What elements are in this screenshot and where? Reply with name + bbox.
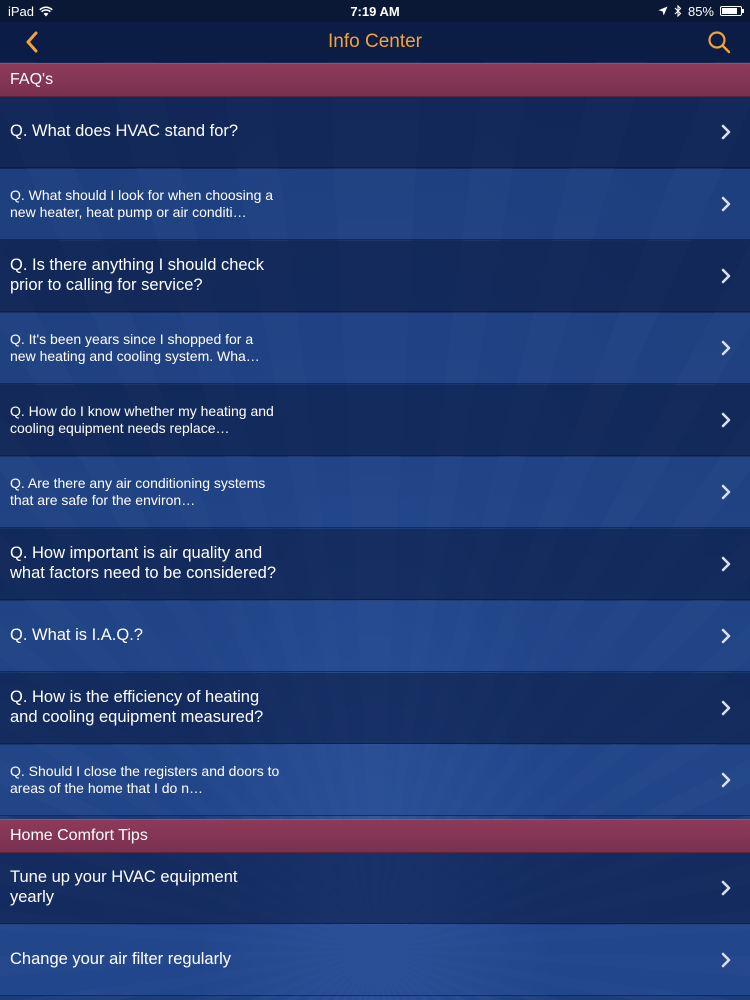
faq-question: Q. How do I know whether my heating and … — [10, 403, 274, 436]
faq-row[interactable]: Q. Are there any air conditioning system… — [0, 457, 750, 528]
battery-icon — [720, 6, 744, 16]
section-title-faq: FAQ's — [10, 71, 54, 88]
chevron-right-icon — [721, 340, 731, 356]
bluetooth-icon — [674, 5, 682, 17]
tip-row[interactable]: Tune up your HVAC equipment yearly — [0, 853, 750, 924]
search-icon — [708, 31, 731, 54]
search-button[interactable] — [704, 27, 734, 57]
wifi-icon — [39, 6, 53, 16]
faq-row[interactable]: Q. Should I close the registers and door… — [0, 745, 750, 816]
status-time: 7:19 AM — [350, 3, 400, 19]
battery-percent: 85% — [687, 3, 714, 19]
page-title: Info Center — [328, 31, 422, 52]
faq-question: Q. How important is air quality and what… — [10, 544, 277, 582]
chevron-right-icon — [721, 268, 731, 284]
faq-row[interactable]: Q. How is the efficiency of heating and … — [0, 673, 750, 744]
faq-question: Q. Are there any air conditioning system… — [10, 475, 266, 508]
chevron-right-icon — [721, 196, 731, 212]
chevron-right-icon — [721, 628, 731, 644]
nav-bar: Info Center — [0, 22, 750, 62]
chevron-left-icon — [26, 31, 38, 53]
section-title-tips: Home Comfort Tips — [10, 827, 148, 844]
chevron-right-icon — [721, 484, 731, 500]
faq-row[interactable]: Q. What should I look for when choosing … — [0, 169, 750, 240]
faq-row[interactable]: Q. It's been years since I shopped for a… — [0, 313, 750, 384]
faq-question: Q. What should I look for when choosing … — [10, 187, 274, 220]
faq-question: Q. What is I.A.Q.? — [10, 626, 143, 645]
faq-question: Q. How is the efficiency of heating and … — [10, 688, 264, 726]
chevron-right-icon — [721, 952, 731, 968]
faq-question: Q. Should I close the registers and door… — [10, 763, 280, 796]
chevron-right-icon — [721, 772, 731, 788]
faq-question: Q. It's been years since I shopped for a… — [10, 331, 260, 364]
faq-row[interactable]: Q. Is there anything I should check prio… — [0, 241, 750, 312]
back-button[interactable] — [18, 28, 46, 56]
section-header-faq: FAQ's — [0, 63, 750, 97]
faq-row[interactable]: Q. What is I.A.Q.? — [0, 601, 750, 672]
chevron-right-icon — [721, 556, 731, 572]
chevron-right-icon — [721, 700, 731, 716]
chevron-right-icon — [721, 124, 731, 140]
location-arrow-icon — [658, 6, 668, 16]
faq-row[interactable]: Q. What does HVAC stand for? — [0, 97, 750, 168]
faq-row[interactable]: Q. How important is air quality and what… — [0, 529, 750, 600]
chevron-right-icon — [721, 412, 731, 428]
faq-question: Q. Is there anything I should check prio… — [10, 256, 265, 294]
tip-row[interactable]: Change your air filter regularly — [0, 925, 750, 996]
device-name: iPad — [8, 3, 35, 19]
chevron-right-icon — [721, 880, 731, 896]
status-bar: iPad 7:19 AM 85% — [0, 0, 750, 22]
tip-text: Tune up your HVAC equipment yearly — [10, 868, 238, 906]
faq-question: Q. What does HVAC stand for? — [10, 122, 239, 141]
tip-text: Change your air filter regularly — [10, 950, 232, 969]
faq-row[interactable]: Q. How do I know whether my heating and … — [0, 385, 750, 456]
battery-fill — [722, 8, 737, 14]
section-header-tips: Home Comfort Tips — [0, 819, 750, 853]
